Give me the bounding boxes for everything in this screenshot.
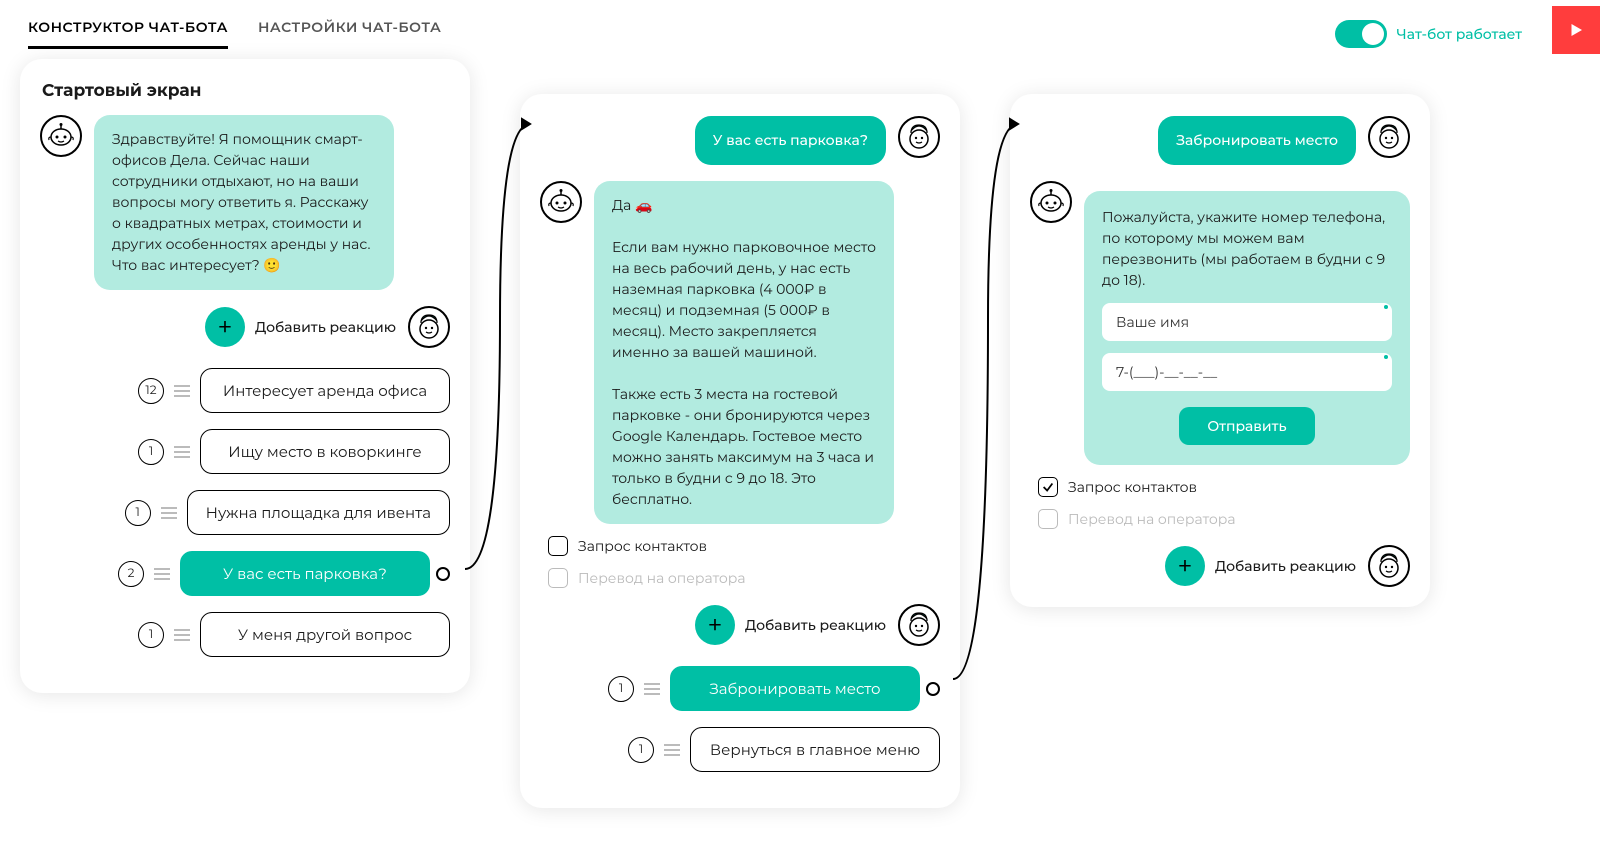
user-avatar (1368, 116, 1410, 158)
bot-avatar (40, 115, 82, 157)
drag-handle-icon[interactable] (154, 568, 170, 580)
bot-avatar (1030, 181, 1072, 223)
submit-button[interactable]: Отправить (1179, 407, 1314, 445)
reaction-button[interactable]: У меня другой вопрос (200, 612, 450, 657)
reaction-button[interactable]: Нужна площадка для ивента (187, 490, 450, 535)
bot-enabled-toggle[interactable] (1335, 20, 1387, 48)
checkbox-contacts[interactable] (548, 536, 568, 556)
bot-message: Здравствуйте! Я помощник смарт-офисов Де… (94, 115, 394, 290)
connector-dot[interactable] (926, 682, 940, 696)
plus-icon: + (695, 605, 735, 645)
reaction-button[interactable]: У вас есть парковка? (180, 551, 430, 596)
user-message: У вас есть парковка? (695, 116, 886, 165)
reaction-count: 1 (628, 737, 654, 763)
play-button[interactable] (1552, 6, 1600, 54)
add-reaction-label: Добавить реакцию (745, 616, 886, 634)
name-field[interactable]: Ваше имя (1102, 303, 1392, 341)
add-reaction-label: Добавить реакцию (255, 318, 396, 336)
topbar: КОНСТРУКТОР ЧАТ-БОТА НАСТРОЙКИ ЧАТ-БОТА … (0, 0, 1600, 49)
add-reaction-button[interactable]: + Добавить реакцию (1165, 546, 1356, 586)
drag-handle-icon[interactable] (664, 744, 680, 756)
tab-constructor[interactable]: КОНСТРУКТОР ЧАТ-БОТА (28, 18, 228, 49)
drag-handle-icon[interactable] (174, 385, 190, 397)
reaction-button[interactable]: Ищу место в коворкинге (200, 429, 450, 474)
plus-icon: + (205, 307, 245, 347)
add-reaction-label: Добавить реакцию (1215, 557, 1356, 575)
canvas: Стартовый экран Здравствуйте! Я помощник… (0, 49, 1600, 837)
drag-handle-icon[interactable] (644, 683, 660, 695)
reaction-row: 1 Забронировать место (540, 666, 940, 711)
add-reaction-button[interactable]: + Добавить реакцию (695, 605, 886, 645)
reaction-count: 1 (608, 676, 634, 702)
reaction-button[interactable]: Интересует аренда офиса (200, 368, 450, 413)
reaction-row: 2 У вас есть парковка? (40, 551, 450, 596)
checkbox-operator-label: Перевод на оператора (578, 569, 746, 587)
form-intro: Пожалуйста, укажите номер телефона, по к… (1102, 207, 1392, 291)
card-title: Стартовый экран (42, 81, 450, 101)
user-avatar (408, 306, 450, 348)
reaction-count: 12 (138, 378, 164, 404)
reaction-row: 1 Ищу место в коворкинге (40, 429, 450, 474)
drag-handle-icon[interactable] (161, 507, 177, 519)
reaction-row: 1 Нужна площадка для ивента (40, 490, 450, 535)
checkbox-operator[interactable] (1038, 509, 1058, 529)
phone-field[interactable]: 7-(___)-__-__-__ (1102, 353, 1392, 391)
connector-dot[interactable] (436, 567, 450, 581)
bot-status-label: Чат-бот работает (1397, 25, 1522, 43)
bot-avatar (540, 181, 582, 223)
user-message: Забронировать место (1158, 116, 1356, 165)
reaction-row: 1 Вернуться в главное меню (540, 727, 940, 772)
reaction-button[interactable]: Забронировать место (670, 666, 920, 711)
card-booking: Забронировать место Пожалуйста, укажите … (1010, 94, 1430, 607)
user-avatar (898, 604, 940, 646)
reaction-row: 1 У меня другой вопрос (40, 612, 450, 657)
checkbox-operator-label: Перевод на оператора (1068, 510, 1236, 528)
play-icon (1567, 21, 1585, 39)
add-reaction-button[interactable]: + Добавить реакцию (205, 307, 396, 347)
card-parking: У вас есть парковка? Да 🚗 Если вам нужно… (520, 94, 960, 808)
reaction-count: 1 (125, 500, 151, 526)
checkbox-contacts-label: Запрос контактов (578, 537, 707, 555)
tabs: КОНСТРУКТОР ЧАТ-БОТА НАСТРОЙКИ ЧАТ-БОТА (28, 18, 441, 49)
reaction-button[interactable]: Вернуться в главное меню (690, 727, 940, 772)
reaction-count: 1 (138, 622, 164, 648)
checkbox-contacts-label: Запрос контактов (1068, 478, 1197, 496)
drag-handle-icon[interactable] (174, 629, 190, 641)
user-avatar (1368, 545, 1410, 587)
plus-icon: + (1165, 546, 1205, 586)
checkbox-contacts[interactable] (1038, 477, 1058, 497)
card-start-screen: Стартовый экран Здравствуйте! Я помощник… (20, 59, 470, 693)
user-avatar (898, 116, 940, 158)
reaction-row: 12 Интересует аренда офиса (40, 368, 450, 413)
bot-message: Да 🚗 Если вам нужно парковочное место на… (594, 181, 894, 524)
checkbox-operator[interactable] (548, 568, 568, 588)
reaction-count: 1 (138, 439, 164, 465)
reaction-count: 2 (118, 561, 144, 587)
tab-settings[interactable]: НАСТРОЙКИ ЧАТ-БОТА (258, 18, 441, 49)
drag-handle-icon[interactable] (174, 446, 190, 458)
